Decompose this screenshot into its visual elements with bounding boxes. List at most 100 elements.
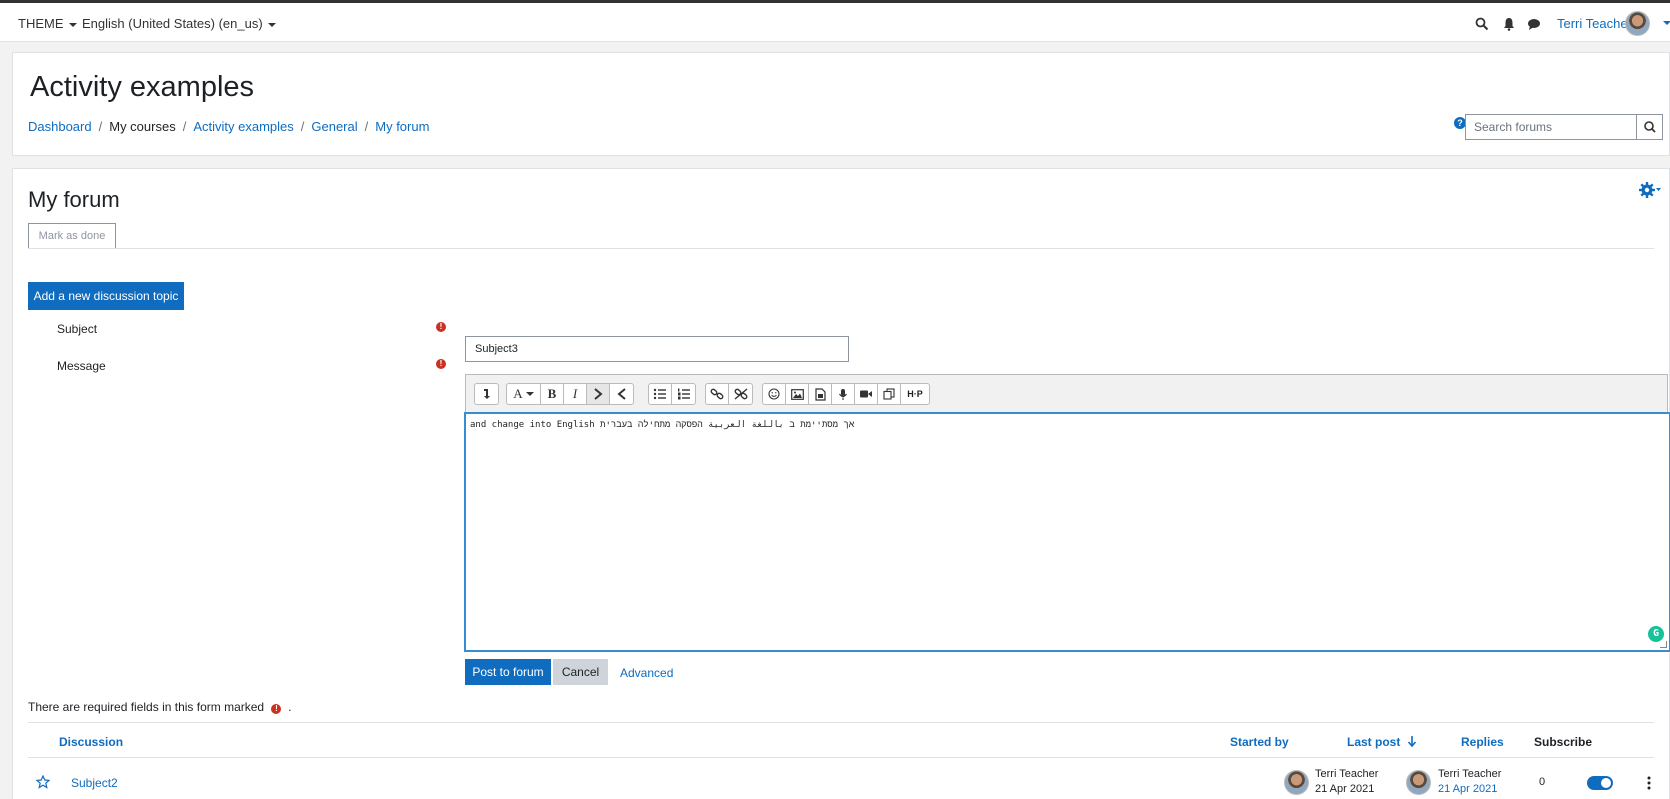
h5p-icon: H·P (907, 389, 923, 399)
column-header-last-post[interactable]: Last post (1347, 735, 1417, 749)
avatar (1406, 770, 1431, 795)
language-menu[interactable]: English (United States) (en_us) (82, 16, 276, 31)
user-name[interactable]: Terri Teacher (1557, 16, 1632, 31)
video-camera-icon (860, 390, 872, 398)
chevron-down-icon (267, 22, 276, 27)
replies-count[interactable]: 0 (1539, 776, 1545, 788)
resize-handle-icon[interactable] (1660, 641, 1667, 648)
toggle-toolbar-icon (483, 389, 490, 399)
image-button[interactable] (786, 384, 809, 404)
grammarly-icon[interactable]: G (1648, 626, 1664, 642)
emoticon-button[interactable] (763, 384, 786, 404)
language-menu-label: English (United States) (en_us) (82, 16, 263, 31)
avatar (1284, 770, 1309, 795)
avatar[interactable] (1625, 11, 1650, 36)
last-post-name: Terri Teacher (1438, 768, 1502, 780)
toolbar-group (705, 383, 753, 405)
bell-icon[interactable] (1502, 17, 1516, 31)
copy-files-icon (883, 388, 895, 400)
microphone-icon (839, 388, 847, 400)
toolbar-group (648, 383, 696, 405)
record-audio-button[interactable] (832, 384, 855, 404)
breadcrumb-my-forum[interactable]: My forum (375, 119, 429, 134)
required-icon: ! (271, 704, 282, 714)
font-style-icon: A (513, 386, 523, 401)
sort-down-arrow-icon (1407, 736, 1416, 748)
editor-toolbar: A B I H·P (466, 375, 1667, 412)
divider (28, 722, 1654, 723)
ordered-list-button[interactable] (672, 384, 695, 404)
message-label: Message (57, 359, 106, 373)
search-icon (1644, 121, 1656, 133)
column-header-started-by[interactable]: Started by (1230, 735, 1289, 749)
message-content-area[interactable]: אך מסתיימת ב باللغة العربية הפסקה מתחילה… (464, 412, 1670, 652)
advanced-link[interactable]: Advanced (620, 666, 673, 680)
show-more-buttons[interactable] (475, 384, 498, 404)
ltr-button[interactable] (587, 384, 610, 404)
discussion-link[interactable]: Subject2 (71, 776, 118, 790)
theme-menu-label: THEME (18, 16, 64, 31)
add-discussion-button[interactable]: Add a new discussion topic (28, 282, 184, 310)
file-media-icon (814, 387, 826, 401)
unlink-icon (734, 388, 747, 400)
rtl-button[interactable] (610, 384, 633, 404)
h5p-button[interactable]: H·P (901, 384, 929, 404)
breadcrumb-my-courses: My courses (109, 119, 176, 134)
required-fields-period: . (284, 700, 292, 714)
image-icon (790, 388, 804, 400)
top-navbar: THEME English (United States) (en_us) Te… (0, 0, 1670, 42)
subscribe-toggle[interactable] (1587, 776, 1613, 790)
italic-button[interactable]: I (564, 384, 587, 404)
cancel-button[interactable]: Cancel (553, 659, 608, 685)
required-fields-note: There are required fields in this form m… (28, 700, 291, 714)
subject-label: Subject (57, 322, 98, 336)
column-header-discussion[interactable]: Discussion (59, 735, 123, 749)
breadcrumb-activity-examples[interactable]: Activity examples (193, 119, 293, 134)
breadcrumb-separator: / (182, 119, 187, 134)
bold-icon: B (547, 386, 557, 401)
column-header-replies[interactable]: Replies (1461, 735, 1504, 749)
chevron-down-icon[interactable] (1663, 21, 1670, 25)
chevron-left-icon (616, 388, 626, 400)
message-editor: A B I H·P אך מסתיימת ב باللغة العربية הפ… (464, 374, 1670, 652)
more-actions-icon[interactable] (1647, 776, 1651, 790)
bullet-list-icon (653, 388, 666, 400)
link-icon (710, 388, 724, 400)
breadcrumb: Dashboard / My courses / Activity examples / G… (28, 119, 429, 134)
chevron-down-icon (68, 22, 77, 27)
subject-input[interactable] (465, 336, 849, 362)
star-icon[interactable] (36, 775, 50, 789)
breadcrumb-general[interactable]: General (311, 119, 357, 134)
divider (28, 757, 1654, 758)
record-video-button[interactable] (855, 384, 878, 404)
paragraph-styles-button[interactable]: A (507, 384, 541, 404)
search-input[interactable] (1466, 115, 1636, 139)
divider (28, 248, 1654, 249)
search-icon[interactable] (1475, 17, 1489, 31)
italic-icon: I (572, 386, 578, 401)
smiley-icon (768, 388, 780, 400)
mark-as-done-button[interactable]: Mark as done (28, 223, 116, 249)
bold-button[interactable]: B (541, 384, 564, 404)
forum-title: My forum (28, 187, 120, 212)
unordered-list-button[interactable] (649, 384, 672, 404)
settings-menu[interactable] (1638, 181, 1662, 199)
breadcrumb-dashboard[interactable]: Dashboard (28, 119, 92, 134)
search-button[interactable] (1636, 115, 1662, 139)
chat-icon[interactable] (1527, 17, 1541, 31)
post-to-forum-button[interactable]: Post to forum (465, 659, 551, 685)
column-header-subscribe: Subscribe (1534, 735, 1593, 749)
manage-files-button[interactable] (878, 384, 901, 404)
toolbar-group: A B I (506, 383, 634, 405)
unlink-button[interactable] (729, 384, 752, 404)
breadcrumb-separator: / (364, 119, 369, 134)
main-content: My forum Mark as done Add a new discussi… (12, 168, 1670, 799)
numbered-list-icon (677, 388, 690, 400)
last-post-date-link[interactable]: 21 Apr 2021 (1438, 783, 1497, 795)
media-button[interactable] (809, 384, 832, 404)
link-button[interactable] (706, 384, 729, 404)
theme-menu[interactable]: THEME (18, 16, 77, 31)
breadcrumb-separator: / (98, 119, 103, 134)
toolbar-group (474, 383, 499, 405)
search-forums (1465, 114, 1663, 140)
